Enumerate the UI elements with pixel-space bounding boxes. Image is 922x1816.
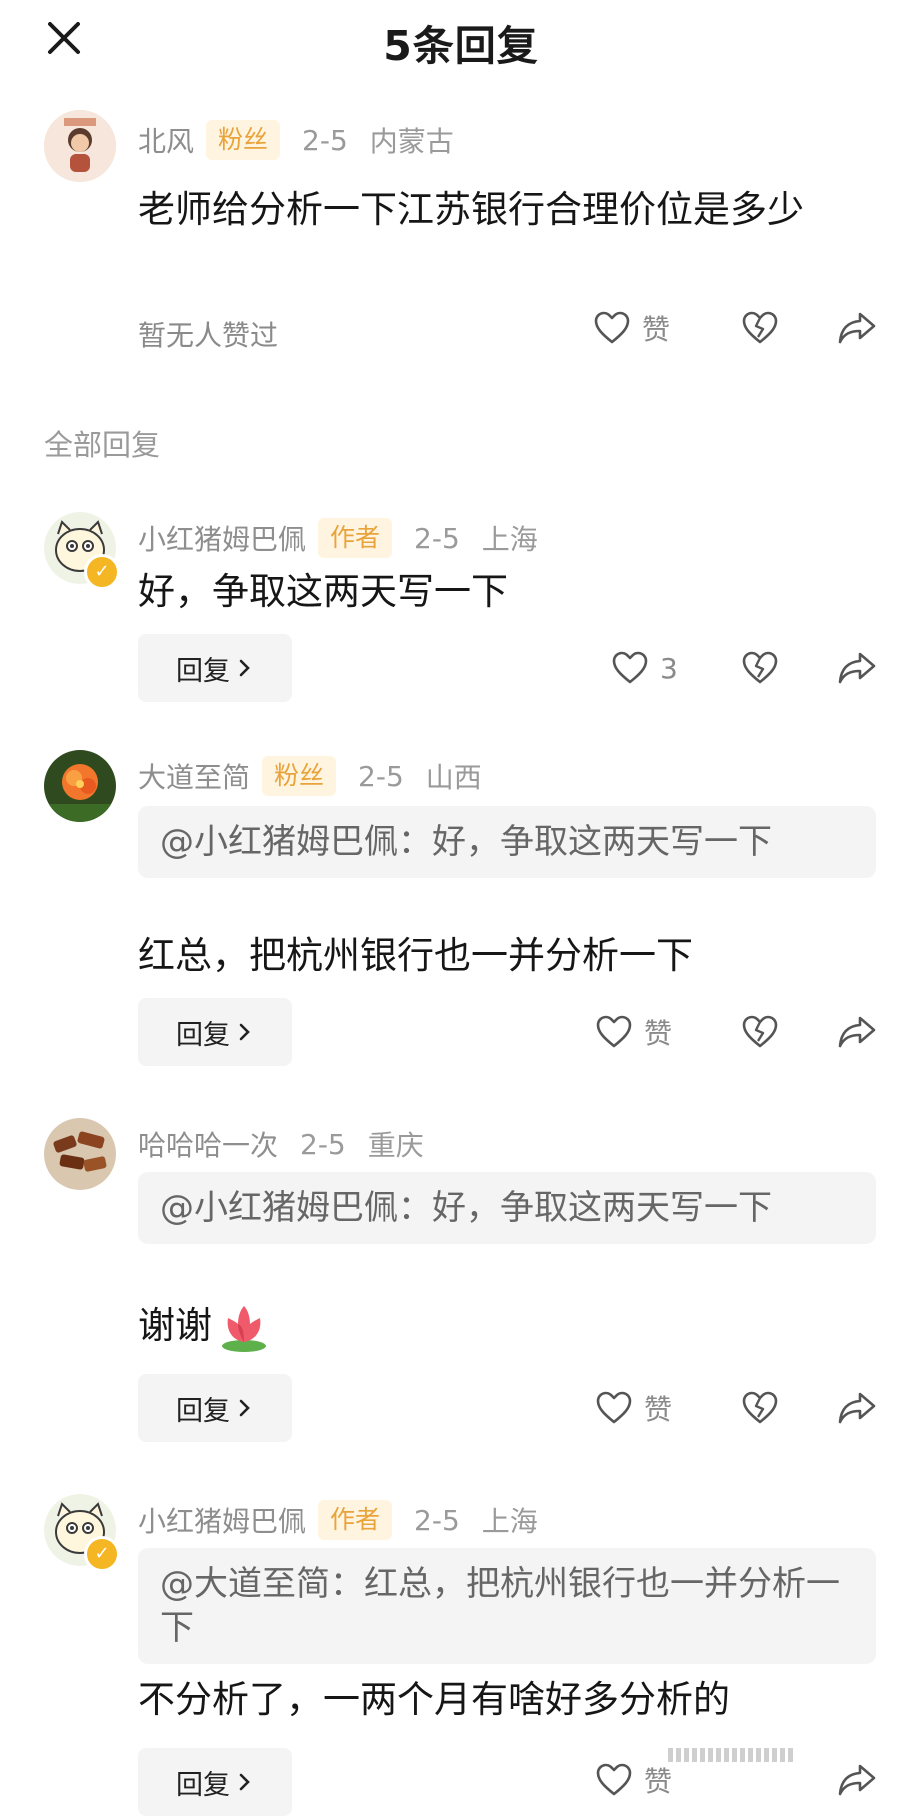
share-icon: [838, 1016, 876, 1048]
share-button[interactable]: [836, 648, 878, 688]
quoted-reply[interactable]: @小红猪姆巴佩：好，争取这两天写一下: [138, 806, 876, 878]
like-label: 赞: [644, 1765, 673, 1798]
like-button[interactable]: 3: [610, 648, 678, 688]
broken-heart-icon: [742, 651, 778, 684]
fan-badge: 粉丝: [206, 120, 281, 160]
dislike-button[interactable]: [740, 648, 780, 688]
heart-icon: [612, 651, 648, 684]
heart-icon: [594, 311, 630, 344]
verified-icon: ✓: [84, 1536, 120, 1572]
share-button[interactable]: [836, 1760, 878, 1800]
no-like-text: 暂无人赞过: [138, 319, 279, 352]
like-button[interactable]: 赞: [592, 308, 670, 348]
dislike-button[interactable]: [740, 1388, 780, 1428]
reply-label: 回复: [176, 1395, 230, 1427]
chevron-right-icon: [239, 1399, 250, 1417]
share-button[interactable]: [836, 1012, 878, 1052]
reply-button[interactable]: 回复: [138, 1748, 292, 1816]
comment-location: 重庆: [367, 1129, 424, 1162]
dislike-button[interactable]: [740, 1012, 780, 1052]
verified-icon: ✓: [84, 554, 120, 590]
broken-heart-icon: [742, 311, 778, 344]
page-title: 5条回复: [383, 22, 539, 70]
reply-label: 回复: [176, 655, 230, 687]
chevron-right-icon: [239, 1023, 250, 1041]
user-name[interactable]: 北风: [138, 120, 194, 160]
reply-label: 回复: [176, 1769, 230, 1801]
like-count: 3: [660, 651, 678, 685]
chevron-right-icon: [239, 659, 250, 677]
avatar[interactable]: [44, 750, 116, 822]
comment-date: 2-5: [358, 759, 404, 793]
avatar[interactable]: [44, 110, 116, 182]
share-button[interactable]: [836, 1388, 878, 1428]
comment-location: 山西: [425, 761, 482, 794]
like-label: 赞: [644, 1393, 673, 1426]
comment-date: 2-5: [414, 521, 460, 555]
comment-text: 好，争取这两天写一下: [138, 570, 508, 613]
chevron-right-icon: [239, 1773, 250, 1791]
like-button[interactable]: 赞: [594, 1012, 672, 1052]
broken-heart-icon: [742, 1015, 778, 1048]
avatar[interactable]: [44, 1118, 116, 1190]
comment-meta: 哈哈哈一次 2-5 重庆: [138, 1122, 424, 1166]
reply-button[interactable]: 回复: [138, 634, 292, 702]
dislike-button[interactable]: [740, 308, 780, 348]
comment-text: 谢谢: [138, 1304, 212, 1347]
share-button[interactable]: [836, 308, 878, 348]
watermark: [668, 1748, 793, 1762]
heart-icon: [596, 1391, 632, 1424]
tulip-emoji-icon: [216, 1298, 272, 1354]
comment-meta: 大道至简 粉丝 2-5 山西: [138, 754, 482, 798]
author-badge: 作者: [318, 518, 393, 558]
user-name[interactable]: 哈哈哈一次: [138, 1124, 278, 1164]
user-name[interactable]: 小红猪姆巴佩: [138, 1500, 306, 1540]
fan-badge: 粉丝: [262, 756, 337, 796]
header: 5条回复: [0, 0, 922, 76]
quoted-reply[interactable]: @小红猪姆巴佩：好，争取这两天写一下: [138, 1172, 876, 1244]
share-icon: [838, 1392, 876, 1424]
comment-text: 红总，把杭州银行也一并分析一下: [138, 934, 693, 977]
reply-label: 回复: [176, 1019, 230, 1051]
heart-icon: [596, 1015, 632, 1048]
comment-location: 上海: [481, 523, 538, 556]
user-name[interactable]: 大道至简: [138, 756, 250, 796]
comment-text: 不分析了，一两个月有啥好多分析的: [138, 1678, 730, 1721]
comment-meta: 小红猪姆巴佩 作者 2-5 上海: [138, 516, 538, 560]
like-label: 赞: [644, 1017, 673, 1050]
like-button[interactable]: 赞: [594, 1388, 672, 1428]
author-badge: 作者: [318, 1500, 393, 1540]
reply-button[interactable]: 回复: [138, 1374, 292, 1442]
comment-date: 2-5: [414, 1503, 460, 1537]
like-label: 赞: [642, 313, 671, 346]
share-icon: [838, 312, 876, 344]
comment-meta: 小红猪姆巴佩 作者 2-5 上海: [138, 1498, 538, 1542]
comment-date: 2-5: [302, 123, 348, 157]
heart-icon: [596, 1763, 632, 1796]
comment-date: 2-5: [300, 1127, 346, 1161]
share-icon: [838, 1764, 876, 1796]
broken-heart-icon: [742, 1391, 778, 1424]
section-title: 全部回复: [44, 428, 161, 462]
reply-button[interactable]: 回复: [138, 998, 292, 1066]
comment-location: 上海: [481, 1505, 538, 1538]
like-button[interactable]: 赞: [594, 1760, 672, 1800]
comment-meta: 北风 粉丝 2-5 内蒙古: [138, 118, 454, 162]
comment-text: 老师给分析一下江苏银行合理价位是多少: [138, 188, 804, 231]
quoted-reply[interactable]: @大道至简：红总，把杭州银行也一并分析一下: [138, 1548, 876, 1664]
comment-text-row: 谢谢: [138, 1298, 878, 1354]
share-icon: [838, 652, 876, 684]
comment-location: 内蒙古: [369, 125, 454, 158]
user-name[interactable]: 小红猪姆巴佩: [138, 518, 306, 558]
